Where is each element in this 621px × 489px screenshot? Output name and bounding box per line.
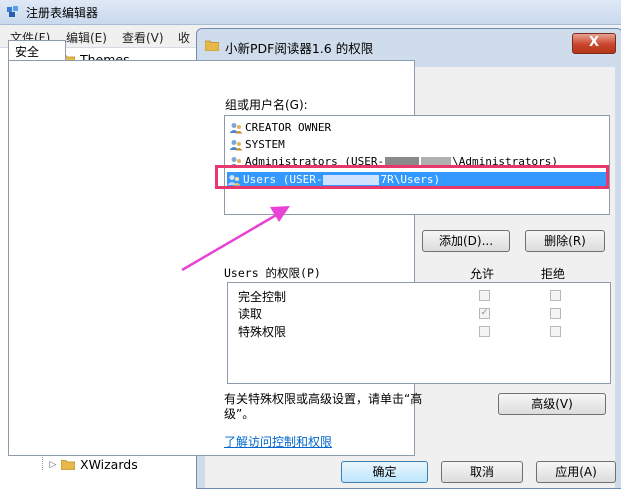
menu-favorites[interactable]: 收 xyxy=(178,29,190,46)
user-row-creator-owner[interactable]: CREATOR OWNER xyxy=(229,120,331,135)
user-group-icon xyxy=(229,139,243,150)
permissions-list[interactable]: 完全控制 读取 特殊权限 ✓ xyxy=(227,282,611,384)
advanced-button[interactable]: 高级(V) xyxy=(498,393,606,415)
registry-titlebar: 注册表编辑器 xyxy=(0,0,621,25)
ok-button[interactable]: 确定 xyxy=(341,461,428,483)
user-group-icon xyxy=(229,122,243,133)
selection-highlight-box xyxy=(215,165,609,189)
checkbox-full-control-allow[interactable] xyxy=(479,290,490,301)
tree-item[interactable]: ▷ XWizards xyxy=(48,455,138,474)
user-row-system[interactable]: SYSTEM xyxy=(229,137,285,152)
tab-security[interactable]: 安全 xyxy=(8,40,66,60)
close-button[interactable]: X xyxy=(572,33,616,54)
checkmark-icon: ✓ xyxy=(480,308,489,318)
registry-app-icon xyxy=(7,6,18,17)
checkbox-full-control-deny[interactable] xyxy=(550,290,561,301)
user-name: CREATOR OWNER xyxy=(245,121,332,134)
permission-full-control: 完全控制 xyxy=(238,288,286,304)
user-name: SYSTEM xyxy=(245,138,285,151)
group-or-users-label: 组或用户名(G): xyxy=(225,98,308,112)
folder-icon xyxy=(205,40,219,51)
registry-title: 注册表编辑器 xyxy=(26,6,99,20)
menu-view[interactable]: 查看(V) xyxy=(122,29,164,46)
apply-button[interactable]: 应用(A) xyxy=(536,461,616,483)
remove-button[interactable]: 删除(R) xyxy=(525,230,605,252)
learn-access-control-link[interactable]: 了解访问控制和权限 xyxy=(224,433,332,450)
permission-name: 读取 xyxy=(238,307,263,321)
permission-special: 特殊权限 xyxy=(238,323,286,339)
dialog-title: 小新PDF阅读器1.6 的权限 xyxy=(225,41,374,56)
add-button[interactable]: 添加(D)... xyxy=(422,230,510,252)
tree-item-label: XWizards xyxy=(80,457,138,473)
permission-name: 完全控制 xyxy=(238,290,287,304)
checkbox-special-allow[interactable] xyxy=(479,326,490,337)
expand-icon[interactable]: ▷ xyxy=(48,460,58,470)
deny-header: 拒绝 xyxy=(541,267,566,281)
allow-header: 允许 xyxy=(470,267,495,281)
checkbox-read-allow[interactable]: ✓ xyxy=(479,308,490,319)
permission-name: 特殊权限 xyxy=(238,325,287,339)
folder-icon xyxy=(61,460,75,471)
permissions-header: Users 的权限(P) xyxy=(224,266,321,280)
advanced-hint-line2: 级”。 xyxy=(224,407,255,421)
cancel-button[interactable]: 取消 xyxy=(441,461,523,483)
checkbox-read-deny[interactable] xyxy=(550,308,561,319)
checkbox-special-deny[interactable] xyxy=(550,326,561,337)
dialog-titlebar[interactable]: 小新PDF阅读器1.6 的权限 X xyxy=(197,29,621,61)
permission-read: 读取 xyxy=(238,305,262,321)
menu-edit[interactable]: 编辑(E) xyxy=(66,29,107,46)
